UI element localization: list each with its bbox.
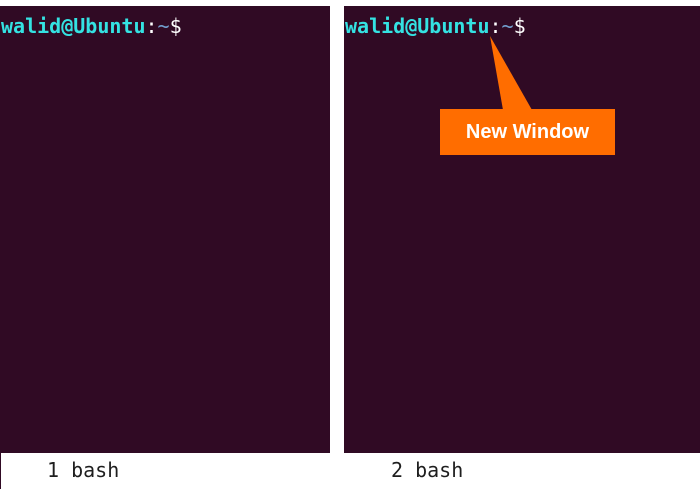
prompt-user-host: walid@Ubuntu (345, 14, 490, 38)
prompt-path: ~ (501, 14, 514, 38)
callout-label: New Window (440, 109, 615, 155)
prompt-colon: : (489, 14, 502, 38)
prompt-path: ~ (157, 14, 170, 38)
prompt-colon: : (145, 14, 158, 38)
tmux-status-bar: 1 bash 2 bash (0, 453, 687, 489)
shell-prompt: walid@Ubuntu:~$ (1, 12, 182, 40)
prompt-symbol: $ (169, 14, 182, 38)
terminal-screen: walid@Ubuntu:~$ walid@Ubuntu:~$ New Wind… (0, 0, 700, 489)
window-tab-1[interactable]: 1 bash (47, 456, 119, 484)
window-tab-2[interactable]: 2 bash (391, 456, 463, 484)
prompt-user-host: walid@Ubuntu (1, 14, 146, 38)
prompt-symbol: $ (513, 14, 526, 38)
terminal-pane-left[interactable]: walid@Ubuntu:~$ (0, 6, 330, 453)
shell-prompt: walid@Ubuntu:~$ (345, 12, 526, 40)
terminal-pane-right[interactable]: walid@Ubuntu:~$ (344, 6, 700, 453)
